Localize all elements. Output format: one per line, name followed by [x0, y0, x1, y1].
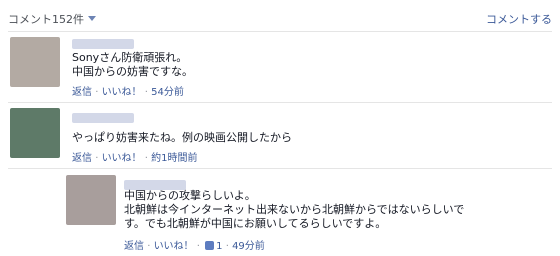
divider: [8, 31, 552, 32]
separator: ·: [144, 153, 148, 164]
reply-link[interactable]: 返信: [124, 241, 144, 252]
divider: [8, 102, 552, 103]
separator: ·: [225, 241, 229, 252]
reply-link[interactable]: 返信: [72, 87, 92, 98]
timestamp[interactable]: 54分前: [151, 87, 184, 98]
timestamp[interactable]: 約1時間前: [151, 153, 197, 164]
like-link[interactable]: いいね！: [154, 241, 194, 252]
comment-line: 中国からの妨害ですな。: [72, 65, 193, 78]
avatar[interactable]: [10, 37, 60, 87]
separator: ·: [144, 87, 148, 98]
comment-item: Sonyさん防衛頑張れ。 中国からの妨害ですな。 返信 · いいね！ · 54分…: [10, 37, 550, 99]
reply-comment-item: 中国からの攻撃らしいよ。 北朝鮮は今インターネット出来ないから北朝鮮からではない…: [66, 175, 550, 253]
divider: [8, 168, 552, 169]
comment-count-dropdown[interactable]: コメント152件: [8, 11, 96, 27]
comment-item: やっぱり妨害来たね。例の映画公開したから 返信 · いいね！ · 約1時間前: [10, 108, 550, 166]
comment-button[interactable]: コメントする: [486, 11, 552, 27]
comment-line: 北朝鮮は今インターネット出来ないから北朝鮮からではないらしいで: [124, 203, 465, 216]
like-count[interactable]: 1: [216, 241, 222, 252]
reply-link[interactable]: 返信: [72, 153, 92, 164]
commenter-name-redacted[interactable]: [72, 39, 134, 49]
separator: ·: [196, 241, 200, 252]
avatar[interactable]: [66, 175, 116, 225]
comment-text: Sonyさん防衛頑張れ。 中国からの妨害ですな。: [72, 51, 193, 79]
separator: ·: [95, 153, 99, 164]
comment-text: 中国からの攻撃らしいよ。 北朝鮮は今インターネット出来ないから北朝鮮からではない…: [124, 189, 464, 231]
comment-line: す。でも北朝鮮が中国にお願いしてるらしいですよ。: [124, 217, 387, 230]
like-link[interactable]: いいね！: [102, 153, 142, 164]
commenter-name-redacted[interactable]: [72, 113, 134, 123]
comment-actions: 返信 · いいね！ · 約1時間前: [72, 149, 198, 164]
comment-line: 中国からの攻撃らしいよ。: [124, 189, 256, 202]
timestamp[interactable]: 49分前: [232, 241, 265, 252]
separator: ·: [147, 241, 151, 252]
comment-line: やっぱり妨害来たね。例の映画公開したから: [72, 131, 292, 144]
comments-header: コメント152件 コメントする: [8, 11, 552, 27]
thumbs-up-icon: [205, 241, 215, 250]
comment-actions: 返信 · いいね！ · 54分前: [72, 83, 184, 98]
avatar[interactable]: [10, 108, 60, 158]
chevron-down-icon: [88, 16, 96, 21]
comment-count-label: コメント152件: [8, 13, 84, 26]
separator: ·: [95, 87, 99, 98]
like-link[interactable]: いいね！: [102, 87, 142, 98]
comment-line: Sonyさん防衛頑張れ。: [72, 51, 188, 64]
comment-actions: 返信 · いいね！ · 1 · 49分前: [124, 237, 265, 252]
comment-text: やっぱり妨害来たね。例の映画公開したから: [72, 131, 292, 145]
